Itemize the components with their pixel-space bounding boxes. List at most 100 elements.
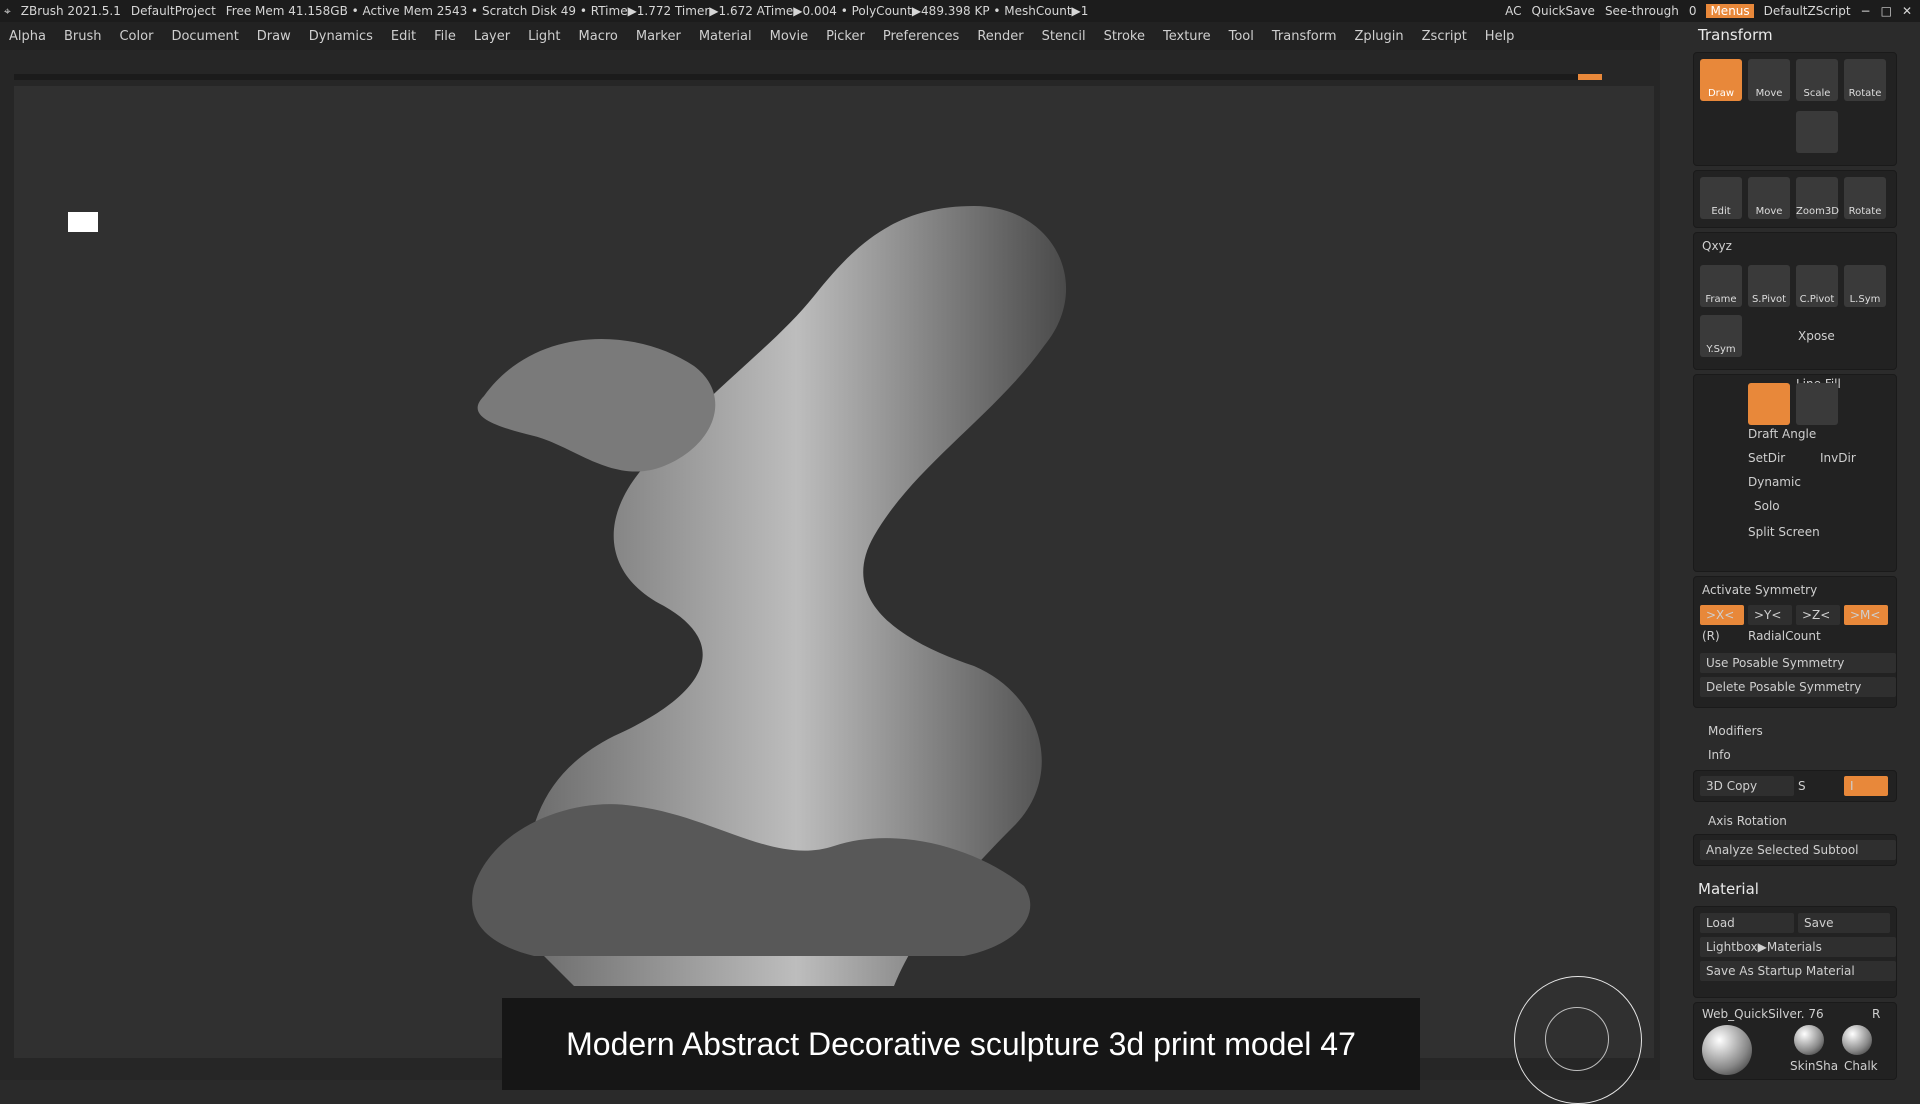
menu-picker[interactable]: Picker: [817, 29, 874, 44]
save-startup-material[interactable]: Save As Startup Material: [1700, 961, 1896, 981]
s-pivot-button[interactable]: S.Pivot: [1748, 265, 1790, 307]
menu-draw[interactable]: Draw: [248, 29, 300, 44]
dynamic-label: Dynamic: [1748, 475, 1801, 489]
skinsha-label: SkinSha: [1790, 1059, 1839, 1073]
draft-angle-label[interactable]: Draft Angle: [1748, 427, 1816, 441]
draw-button[interactable]: Draw: [1700, 59, 1742, 101]
polyf-button[interactable]: [1796, 383, 1838, 425]
material-title[interactable]: Material: [1698, 880, 1759, 898]
close-icon[interactable]: ✕: [1902, 4, 1912, 18]
camera-icon[interactable]: [1796, 111, 1838, 153]
material-save-button[interactable]: Save: [1798, 913, 1890, 933]
menu-render[interactable]: Render: [968, 29, 1032, 44]
i-button[interactable]: I: [1844, 776, 1888, 796]
sym-y-button[interactable]: >Y<: [1748, 605, 1792, 625]
polyf-box: Line Fill Draft Angle SetDir InvDir Dyna…: [1693, 374, 1897, 572]
project-name[interactable]: DefaultProject: [131, 4, 216, 18]
info-label[interactable]: Info: [1708, 748, 1731, 762]
y-sym-button[interactable]: Y.Sym: [1700, 315, 1742, 357]
edit-nav-button[interactable]: Edit: [1700, 177, 1742, 219]
lightbox-materials[interactable]: Lightbox▶Materials: [1700, 937, 1896, 957]
move-nav-button[interactable]: Move: [1748, 177, 1790, 219]
menu-brush[interactable]: Brush: [55, 29, 111, 44]
zoom3d-button[interactable]: Zoom3D: [1796, 177, 1839, 219]
radial-count-label[interactable]: RadialCount: [1748, 629, 1821, 643]
menu-file[interactable]: File: [425, 29, 465, 44]
default-zscript-button[interactable]: DefaultZScript: [1764, 4, 1851, 18]
menu-color[interactable]: Color: [110, 29, 162, 44]
copy3d-button[interactable]: 3D Copy: [1700, 776, 1794, 796]
menu-stroke[interactable]: Stroke: [1095, 29, 1154, 44]
sym-z-button[interactable]: >Z<: [1796, 605, 1840, 625]
viewport[interactable]: [14, 86, 1654, 1104]
menu-light[interactable]: Light: [519, 29, 569, 44]
menu-zscript[interactable]: Zscript: [1413, 29, 1476, 44]
menu-zplugin[interactable]: Zplugin: [1346, 29, 1413, 44]
timeline[interactable]: [14, 74, 1602, 80]
xpose-label[interactable]: Xpose: [1798, 329, 1835, 343]
frame-button[interactable]: Frame: [1700, 265, 1742, 307]
app-title: ZBrush 2021.5.1: [20, 4, 121, 18]
quicksave-button[interactable]: QuickSave: [1532, 4, 1595, 18]
activate-symmetry-label[interactable]: Activate Symmetry: [1702, 583, 1817, 597]
app-logo-icon: ⌖: [4, 3, 11, 18]
rotate-nav-button[interactable]: Rotate: [1844, 177, 1886, 219]
transform-title[interactable]: Transform: [1698, 26, 1773, 44]
see-through-value[interactable]: 0: [1689, 4, 1697, 18]
material-preview-sphere[interactable]: [1702, 1025, 1752, 1075]
use-posable-symmetry[interactable]: Use Posable Symmetry: [1700, 653, 1896, 673]
menu-stencil[interactable]: Stencil: [1033, 29, 1095, 44]
minimize-icon[interactable]: −: [1861, 4, 1871, 18]
menu-help[interactable]: Help: [1476, 29, 1524, 44]
sym-x-button[interactable]: >X<: [1700, 605, 1744, 625]
set-dir-label[interactable]: SetDir: [1748, 451, 1785, 465]
inv-dir-label[interactable]: InvDir: [1820, 451, 1856, 465]
menu-macro[interactable]: Macro: [570, 29, 627, 44]
skinsha-thumb[interactable]: [1794, 1025, 1824, 1055]
menu-transform[interactable]: Transform: [1263, 29, 1346, 44]
material-box: Load Save Lightbox▶Materials Save As Sta…: [1693, 906, 1897, 998]
modifiers-label[interactable]: Modifiers: [1708, 724, 1763, 738]
status-line: Free Mem 41.158GB • Active Mem 2543 • Sc…: [225, 4, 1089, 18]
menus-button[interactable]: Menus: [1706, 4, 1754, 18]
l-sym-button[interactable]: L.Sym: [1844, 265, 1886, 307]
menu-document[interactable]: Document: [162, 29, 247, 44]
see-through-label[interactable]: See-through: [1605, 4, 1679, 18]
qxyz-label[interactable]: Qxyz: [1702, 239, 1732, 253]
move-button[interactable]: Move: [1748, 59, 1790, 101]
material-r-button[interactable]: R: [1872, 1007, 1880, 1021]
scale-button[interactable]: Scale: [1796, 59, 1838, 101]
c-pivot-button[interactable]: C.Pivot: [1796, 265, 1838, 307]
transform-top-box: Draw Move Scale Rotate: [1693, 52, 1897, 166]
viewport-caption: Modern Abstract Decorative sculpture 3d …: [502, 998, 1420, 1090]
menu-movie[interactable]: Movie: [761, 29, 817, 44]
maximize-icon[interactable]: □: [1881, 4, 1892, 18]
timeline-marker[interactable]: [1578, 74, 1602, 80]
rotation-gizmo[interactable]: [1514, 976, 1642, 1104]
quick-button[interactable]: [1748, 383, 1790, 425]
s-label[interactable]: S: [1798, 779, 1806, 793]
menu-layer[interactable]: Layer: [465, 29, 519, 44]
ac-button[interactable]: AC: [1505, 4, 1521, 18]
menu-dynamics[interactable]: Dynamics: [300, 29, 382, 44]
split-screen-label[interactable]: Split Screen: [1748, 525, 1820, 539]
solo-label[interactable]: Solo: [1754, 499, 1780, 513]
menu-edit[interactable]: Edit: [382, 29, 425, 44]
menu-tool[interactable]: Tool: [1220, 29, 1263, 44]
menu-texture[interactable]: Texture: [1154, 29, 1220, 44]
menu-preferences[interactable]: Preferences: [874, 29, 968, 44]
menu-alpha[interactable]: Alpha: [0, 29, 55, 44]
delete-posable-symmetry[interactable]: Delete Posable Symmetry: [1700, 677, 1896, 697]
material-load-button[interactable]: Load: [1700, 913, 1794, 933]
material-current-box: Web_QuickSilver. 76 R SkinSha Chalk: [1693, 1002, 1897, 1080]
chalk-thumb[interactable]: [1842, 1025, 1872, 1055]
analyze-button[interactable]: Analyze Selected Subtool: [1700, 840, 1896, 860]
menu-material[interactable]: Material: [690, 29, 761, 44]
sym-m-button[interactable]: >M<: [1844, 605, 1888, 625]
radial-r-label[interactable]: (R): [1702, 629, 1720, 643]
current-material[interactable]: Web_QuickSilver. 76: [1702, 1007, 1824, 1021]
axis-rotation-label[interactable]: Axis Rotation: [1708, 814, 1787, 828]
canvas-area: Modern Abstract Decorative sculpture 3d …: [0, 50, 1660, 1104]
rotate-button[interactable]: Rotate: [1844, 59, 1886, 101]
menu-marker[interactable]: Marker: [627, 29, 690, 44]
